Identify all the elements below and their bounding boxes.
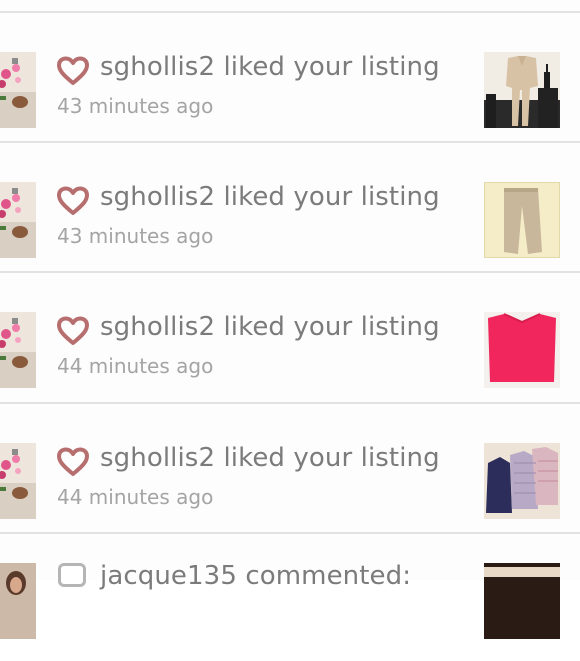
notification-item[interactable]: sghollis2 liked your listing 44 minutes … [0, 272, 580, 400]
comment-icon [58, 563, 86, 587]
heart-icon [56, 186, 90, 216]
timestamp: 43 minutes ago [57, 94, 214, 118]
user-avatar[interactable] [0, 443, 36, 519]
timestamp: 44 minutes ago [57, 485, 214, 509]
notification-feed: sghollis2 liked your listing 43 minutes … [0, 0, 580, 639]
notification-text: sghollis2 liked your listing [100, 52, 440, 82]
timestamp: 43 minutes ago [57, 224, 214, 248]
notification-item[interactable]: sghollis2 liked your listing 43 minutes … [0, 142, 580, 270]
user-avatar[interactable] [0, 563, 36, 639]
notification-text: sghollis2 liked your listing [100, 312, 440, 342]
listing-thumbnail[interactable] [484, 563, 560, 639]
user-avatar[interactable] [0, 52, 36, 128]
user-avatar[interactable] [0, 182, 36, 258]
notification-item[interactable]: jacque135 commented: [0, 533, 580, 661]
listing-thumbnail[interactable] [484, 52, 560, 128]
notification-text: jacque135 commented: [100, 561, 412, 591]
user-avatar[interactable] [0, 312, 36, 388]
heart-icon [56, 316, 90, 346]
notification-text: sghollis2 liked your listing [100, 443, 440, 473]
notification-item[interactable]: sghollis2 liked your listing 43 minutes … [0, 12, 580, 140]
notification-item[interactable]: sghollis2 liked your listing 44 minutes … [0, 403, 580, 531]
listing-thumbnail[interactable] [484, 443, 560, 519]
listing-thumbnail[interactable] [484, 182, 560, 258]
timestamp: 44 minutes ago [57, 354, 214, 378]
notification-text: sghollis2 liked your listing [100, 182, 440, 212]
listing-thumbnail[interactable] [484, 312, 560, 388]
heart-icon [56, 56, 90, 86]
heart-icon [56, 447, 90, 477]
